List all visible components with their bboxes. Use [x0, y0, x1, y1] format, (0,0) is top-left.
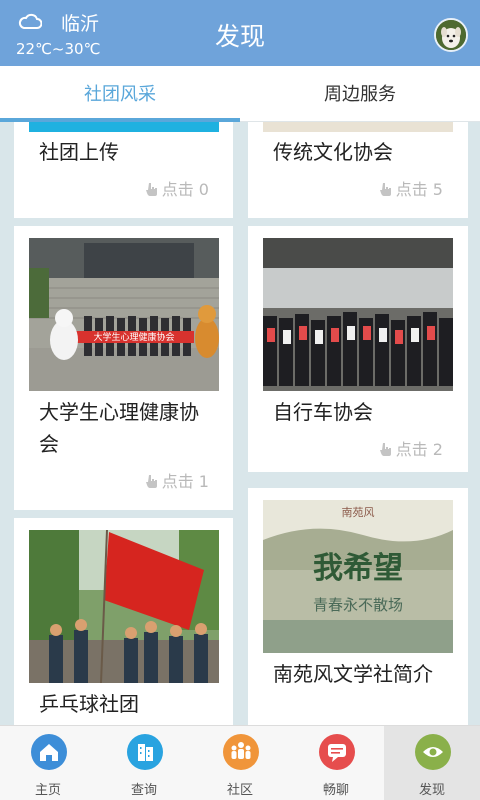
- card-image-cropped: [29, 122, 219, 132]
- club-card-cycling[interactable]: 自行车协会 点击 2: [248, 226, 468, 470]
- divider: [248, 472, 468, 488]
- club-card-culture[interactable]: 传统文化协会 点击 5: [248, 122, 468, 212]
- card-title: 社团上传: [39, 140, 119, 164]
- nav-label: 畅聊: [322, 783, 349, 798]
- card-title: 南苑风文学社简介: [273, 662, 433, 686]
- svg-text:青春永不散场: 青春永不散场: [313, 596, 403, 614]
- nav-discover[interactable]: 发现: [384, 726, 480, 800]
- building-icon: [127, 734, 163, 770]
- club-card-upload[interactable]: 社团上传 点击 0: [14, 122, 233, 212]
- top-bar: 临沂 22℃~30℃ 发现: [0, 0, 480, 66]
- nav-label: 主页: [34, 783, 61, 798]
- user-avatar[interactable]: [434, 18, 468, 52]
- page-title: 发现: [214, 22, 265, 51]
- app-screen: 临沂 22℃~30℃ 发现 社团风采 周边服务 社团上传 点击 0 传统文化协会…: [0, 0, 480, 800]
- club-photo: 大学生心理健康协会: [29, 238, 219, 391]
- tab-nearby-services[interactable]: 周边服务: [240, 66, 480, 122]
- nav-label: 社区: [226, 783, 253, 798]
- nav-label: 发现: [418, 783, 445, 798]
- club-card-table-tennis[interactable]: 乒乓球社团: [14, 518, 233, 725]
- club-photo: [29, 530, 219, 683]
- club-photo: 南苑风 我希望 青春永不散场: [263, 500, 453, 653]
- svg-text:南苑风: 南苑风: [342, 506, 375, 519]
- tab-club-showcase[interactable]: 社团风采: [0, 66, 240, 122]
- click-count: 点击 1: [114, 468, 209, 492]
- chat-icon: [319, 734, 355, 770]
- nav-community[interactable]: 社区: [192, 726, 288, 800]
- nav-label: 查询: [130, 783, 157, 798]
- dog-avatar-icon: [436, 20, 466, 50]
- club-grid[interactable]: 社团上传 点击 0 传统文化协会 点击 5 大学生心理健康协会 大学生心理健康协…: [0, 122, 480, 725]
- pointer-hand-icon: [379, 443, 391, 456]
- bottom-navigation: 主页 查询 社区 畅聊 发现: [0, 725, 480, 800]
- click-count: 点击 0: [114, 176, 209, 200]
- eye-icon: [415, 734, 451, 770]
- pointer-hand-icon: [145, 183, 157, 196]
- club-card-psychology[interactable]: 大学生心理健康协会 大学生心理健康协会 点击 1: [14, 226, 233, 510]
- people-icon: [223, 734, 259, 770]
- home-icon: [31, 734, 67, 770]
- tab-bar: 社团风采 周边服务: [0, 66, 480, 122]
- card-title: 自行车协会: [273, 400, 373, 424]
- click-count: 点击 5: [348, 176, 443, 200]
- pointer-hand-icon: [145, 475, 157, 488]
- nav-chat[interactable]: 畅聊: [288, 726, 384, 800]
- card-image-cropped: [263, 122, 453, 132]
- card-title: 传统文化协会: [273, 140, 393, 164]
- nav-home[interactable]: 主页: [0, 726, 96, 800]
- card-title: 乒乓球社团: [39, 692, 139, 716]
- svg-text:我希望: 我希望: [313, 551, 403, 586]
- card-title: 大学生心理健康协会: [39, 400, 199, 456]
- svg-text:大学生心理健康协会: 大学生心理健康协会: [93, 331, 174, 343]
- nav-search[interactable]: 查询: [96, 726, 192, 800]
- click-count: 点击 2: [348, 436, 443, 460]
- pointer-hand-icon: [379, 183, 391, 196]
- club-photo: [263, 238, 453, 391]
- club-card-literature[interactable]: 南苑风 我希望 青春永不散场 南苑风文学社简介: [248, 488, 468, 725]
